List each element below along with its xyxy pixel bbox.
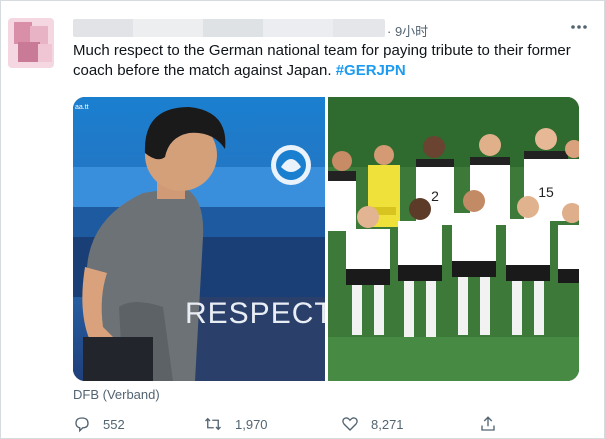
- reply-icon: [75, 417, 89, 433]
- retweet-button[interactable]: 1,970: [203, 411, 268, 437]
- tweet-timestamp[interactable]: · 9小时: [387, 21, 428, 40]
- jersey-number: 2: [431, 188, 439, 204]
- respect-banner-text: RESPECT: [185, 297, 325, 330]
- like-button[interactable]: 8,271: [341, 411, 404, 437]
- retweet-icon: [205, 417, 221, 431]
- like-icon: [342, 417, 358, 431]
- media-source-attribution[interactable]: DFB (Verband): [73, 387, 160, 402]
- media-photo-coach[interactable]: aa.tt RESPECT: [73, 97, 325, 381]
- share-button[interactable]: [479, 411, 509, 437]
- hashtag-link[interactable]: #GERJPN: [336, 62, 406, 79]
- reply-count: 552: [103, 416, 125, 432]
- more-options-icon[interactable]: [569, 17, 589, 37]
- tweet-media[interactable]: aa.tt RESPECT 2 15: [73, 97, 579, 381]
- user-name-handle-blurred[interactable]: [73, 19, 385, 37]
- media-watermark: aa.tt: [75, 104, 89, 111]
- reply-button[interactable]: 552: [73, 411, 125, 437]
- avatar[interactable]: [8, 18, 54, 68]
- jersey-number: 15: [538, 184, 554, 200]
- media-photo-team[interactable]: 2 15: [328, 97, 579, 381]
- share-icon: [481, 416, 495, 431]
- like-count: 8,271: [371, 416, 404, 432]
- retweet-count: 1,970: [235, 416, 268, 432]
- tweet-action-bar: 552 1,970 8,271: [73, 411, 503, 437]
- tweet-card[interactable]: · 9小时 Much respect to the German nationa…: [0, 0, 605, 439]
- tweet-text: Much respect to the German national team…: [73, 41, 593, 81]
- tweet-body: Much respect to the German national team…: [73, 42, 571, 79]
